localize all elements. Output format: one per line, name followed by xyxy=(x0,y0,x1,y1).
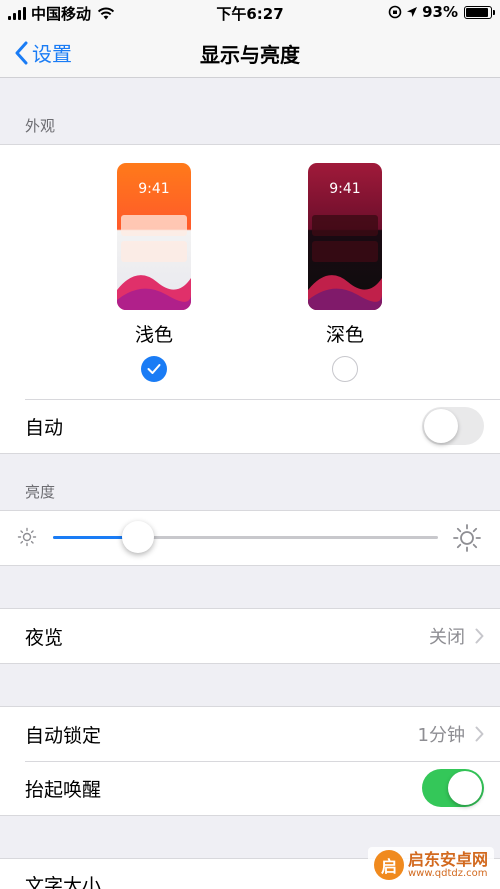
appearance-section-label: 外观 xyxy=(25,117,56,135)
light-preview-wallpaper xyxy=(117,275,191,310)
location-arrow-icon xyxy=(407,7,418,17)
night-shift-group: 夜览 关闭 xyxy=(0,608,500,664)
brightness-section-label: 亮度 xyxy=(25,483,56,501)
page-title: 显示与亮度 xyxy=(200,43,300,67)
light-theme-preview: 9:41 xyxy=(117,163,191,310)
night-shift-row[interactable]: 夜览 关闭 xyxy=(0,609,500,663)
raise-to-wake-toggle[interactable] xyxy=(422,769,484,807)
chevron-right-icon xyxy=(475,628,484,644)
status-bar: 中国移动 下午6:27 93% xyxy=(0,0,500,26)
appearance-picker: 9:41 浅色 9:41 深色 xyxy=(0,145,500,399)
raise-to-wake-label: 抬起唤醒 xyxy=(25,778,102,801)
brightness-control xyxy=(0,511,500,565)
dark-preview-wallpaper xyxy=(308,275,382,310)
orientation-lock-icon xyxy=(388,5,402,19)
appearance-group: 9:41 浅色 9:41 深色 自动 xyxy=(0,144,500,454)
light-preview-time: 9:41 xyxy=(138,181,170,197)
light-theme-label: 浅色 xyxy=(134,324,173,346)
nav-bar: 设置 显示与亮度 xyxy=(0,26,500,78)
light-theme-radio[interactable] xyxy=(141,356,167,382)
watermark-url: www.qdtdz.com xyxy=(407,868,488,880)
brightness-slider[interactable] xyxy=(53,521,438,553)
appearance-section-header: 外观 xyxy=(0,78,500,144)
brightness-group xyxy=(0,510,500,566)
auto-appearance-label: 自动 xyxy=(25,416,64,439)
toggle-knob xyxy=(424,409,458,443)
toggle-knob xyxy=(448,771,482,805)
dark-preview-card xyxy=(312,241,378,262)
battery-icon xyxy=(464,5,495,19)
auto-lock-label: 自动锁定 xyxy=(25,724,102,747)
status-right: 93% xyxy=(388,3,495,21)
watermark: 启 启东安卓网 www.qdtdz.com xyxy=(367,847,494,883)
light-theme-option[interactable]: 9:41 浅色 xyxy=(114,163,194,382)
battery-fill xyxy=(466,7,489,17)
brightness-section-header: 亮度 xyxy=(0,454,500,510)
text-size-label: 文字大小 xyxy=(25,875,102,889)
dark-theme-option[interactable]: 9:41 深色 xyxy=(305,163,385,382)
auto-lock-row[interactable]: 自动锁定 1分钟 xyxy=(0,707,500,761)
watermark-name: 启东安卓网 xyxy=(407,849,488,869)
dark-theme-label: 深色 xyxy=(325,324,364,346)
watermark-text: 启东安卓网 www.qdtdz.com xyxy=(408,851,488,880)
battery-percent: 93% xyxy=(422,3,458,21)
chevron-right-icon xyxy=(475,726,484,742)
sun-small-icon xyxy=(17,527,37,547)
brightness-slider-thumb[interactable] xyxy=(121,521,154,553)
sun-large-icon xyxy=(453,524,481,552)
auto-lock-value: 1分钟 xyxy=(417,725,465,746)
auto-appearance-toggle[interactable] xyxy=(422,407,484,445)
dark-theme-preview: 9:41 xyxy=(308,163,382,310)
auto-appearance-row: 自动 xyxy=(0,399,500,453)
light-preview-card xyxy=(121,215,187,236)
light-preview-card xyxy=(121,241,187,262)
dark-preview-time: 9:41 xyxy=(329,181,361,197)
watermark-logo: 启 xyxy=(373,850,404,880)
night-shift-label: 夜览 xyxy=(25,626,64,649)
raise-to-wake-row: 抬起唤醒 xyxy=(0,761,500,815)
night-shift-value: 关闭 xyxy=(429,627,465,648)
dark-preview-card xyxy=(312,215,378,236)
dark-theme-radio[interactable] xyxy=(332,356,358,382)
lock-group: 自动锁定 1分钟 抬起唤醒 xyxy=(0,706,500,816)
checkmark-icon xyxy=(147,364,161,374)
